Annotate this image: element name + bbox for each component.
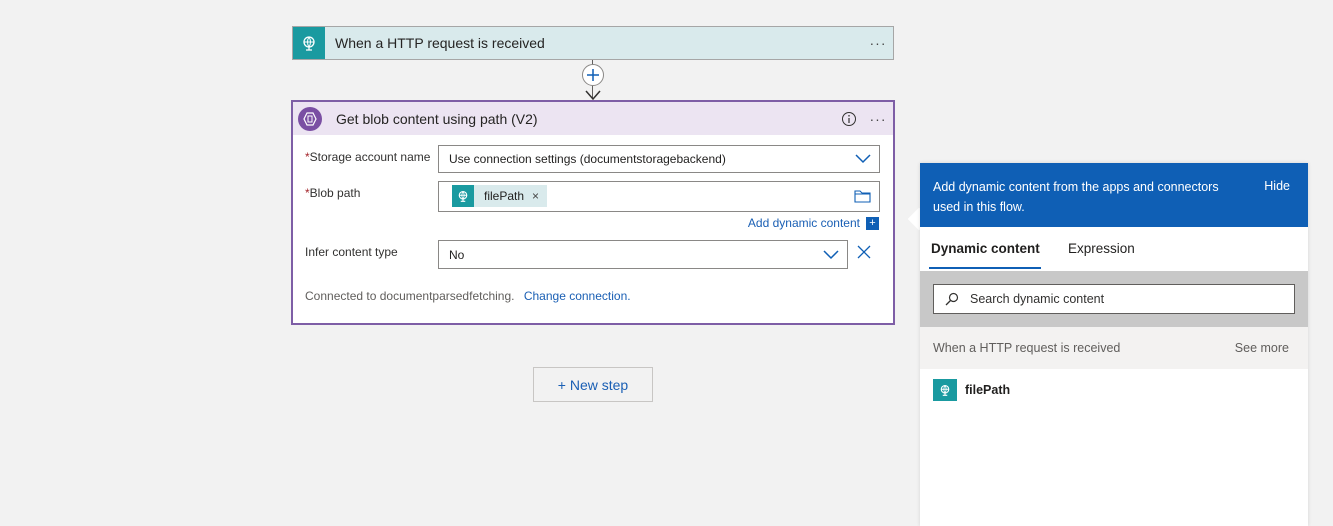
dynamic-panel-tabs: Dynamic content Expression: [920, 227, 1308, 271]
insert-step-button[interactable]: [582, 64, 604, 86]
action-header[interactable]: Get blob content using path (V2) ···: [293, 102, 893, 135]
storage-account-dropdown[interactable]: Use connection settings (documentstorage…: [438, 145, 880, 173]
dynamic-item-label: filePath: [965, 383, 1011, 397]
blob-path-label: *Blob path: [305, 186, 360, 200]
search-placeholder: Search dynamic content: [970, 292, 1105, 306]
plus-icon: [587, 69, 599, 81]
search-icon: [934, 292, 970, 306]
infer-content-type-value: No: [449, 247, 465, 262]
chevron-down-icon: [815, 249, 847, 260]
filepath-token[interactable]: filePath ×: [452, 185, 548, 207]
folder-icon[interactable]: [854, 189, 871, 206]
search-dynamic-content-input[interactable]: Search dynamic content: [933, 284, 1295, 314]
storage-account-label: *Storage account name: [305, 150, 430, 164]
info-icon[interactable]: [835, 111, 863, 127]
add-dynamic-content-link[interactable]: Add dynamic content +: [748, 216, 879, 230]
dynamic-panel-header: Add dynamic content from the apps and co…: [920, 163, 1308, 227]
trigger-card-http-request[interactable]: When a HTTP request is received ···: [292, 26, 894, 60]
token-remove-button[interactable]: ×: [532, 189, 539, 203]
storage-account-label-text: Storage account name: [309, 150, 431, 164]
chevron-down-icon: [847, 154, 879, 164]
infer-content-type-dropdown[interactable]: No: [438, 240, 848, 269]
http-globe-icon: [293, 27, 325, 59]
trigger-more-options-button[interactable]: ···: [863, 35, 893, 51]
tab-expression[interactable]: Expression: [1068, 241, 1135, 256]
action-title: Get blob content using path (V2): [336, 110, 538, 127]
search-area: Search dynamic content: [920, 271, 1308, 327]
http-globe-icon: [933, 379, 957, 401]
connection-info: Connected to documentparsedfetching. Cha…: [305, 289, 631, 303]
dynamic-item-filepath[interactable]: filePath: [933, 379, 1010, 401]
http-globe-icon: [452, 185, 474, 207]
section-title: When a HTTP request is received: [933, 341, 1121, 355]
clear-field-icon[interactable]: [857, 245, 871, 262]
dynamic-panel-header-text: Add dynamic content from the apps and co…: [933, 180, 1219, 214]
active-tab-indicator: [929, 267, 1041, 269]
dynamic-section-header: When a HTTP request is received See more: [920, 327, 1308, 369]
add-plus-icon: +: [866, 216, 879, 230]
trigger-title: When a HTTP request is received: [335, 35, 545, 51]
action-more-options-button[interactable]: ···: [863, 111, 893, 127]
connected-text: Connected to documentparsedfetching.: [305, 289, 515, 303]
see-more-link[interactable]: See more: [1235, 341, 1289, 355]
tab-dynamic-content[interactable]: Dynamic content: [931, 241, 1040, 256]
storage-account-value: Use connection settings (documentstorage…: [449, 152, 726, 166]
action-card-get-blob[interactable]: Get blob content using path (V2) ··· *St…: [291, 100, 895, 325]
infer-content-type-label: Infer content type: [305, 245, 398, 259]
change-connection-link[interactable]: Change connection.: [524, 289, 631, 303]
new-step-button[interactable]: + New step: [533, 367, 653, 402]
blob-storage-icon: [298, 106, 322, 131]
hide-button[interactable]: Hide: [1264, 179, 1290, 193]
token-label: filePath: [484, 189, 525, 203]
dynamic-content-panel: Add dynamic content from the apps and co…: [920, 163, 1308, 526]
blob-path-input[interactable]: filePath ×: [438, 181, 880, 212]
blob-path-label-text: Blob path: [309, 186, 361, 200]
add-dynamic-content-text: Add dynamic content: [747, 216, 860, 230]
